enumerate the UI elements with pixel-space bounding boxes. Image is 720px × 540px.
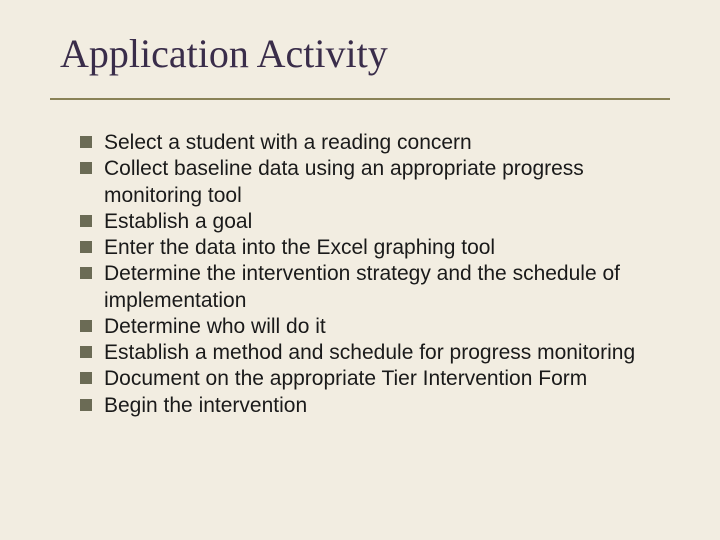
bullet-list: Select a student with a reading concern … — [80, 130, 660, 419]
list-item: Document on the appropriate Tier Interve… — [80, 366, 660, 392]
slide-title: Application Activity — [60, 30, 388, 77]
square-bullet-icon — [80, 346, 92, 358]
square-bullet-icon — [80, 320, 92, 332]
list-item: Determine who will do it — [80, 314, 660, 340]
list-item: Establish a method and schedule for prog… — [80, 340, 660, 366]
list-item-text: Select a student with a reading concern — [104, 130, 660, 156]
list-item-text: Establish a goal — [104, 209, 660, 235]
list-item-text: Enter the data into the Excel graphing t… — [104, 235, 660, 261]
list-item-text: Document on the appropriate Tier Interve… — [104, 366, 660, 392]
square-bullet-icon — [80, 136, 92, 148]
square-bullet-icon — [80, 267, 92, 279]
square-bullet-icon — [80, 215, 92, 227]
list-item: Select a student with a reading concern — [80, 130, 660, 156]
square-bullet-icon — [80, 241, 92, 253]
list-item-text: Determine who will do it — [104, 314, 660, 340]
list-item: Enter the data into the Excel graphing t… — [80, 235, 660, 261]
list-item: Collect baseline data using an appropria… — [80, 156, 660, 209]
list-item-text: Establish a method and schedule for prog… — [104, 340, 660, 366]
list-item-text: Determine the intervention strategy and … — [104, 261, 660, 314]
list-item: Determine the intervention strategy and … — [80, 261, 660, 314]
square-bullet-icon — [80, 399, 92, 411]
list-item-text: Begin the intervention — [104, 393, 660, 419]
slide: Application Activity Select a student wi… — [0, 0, 720, 540]
title-underline — [50, 98, 670, 100]
list-item: Establish a goal — [80, 209, 660, 235]
list-item-text: Collect baseline data using an appropria… — [104, 156, 660, 209]
list-item: Begin the intervention — [80, 393, 660, 419]
square-bullet-icon — [80, 162, 92, 174]
square-bullet-icon — [80, 372, 92, 384]
